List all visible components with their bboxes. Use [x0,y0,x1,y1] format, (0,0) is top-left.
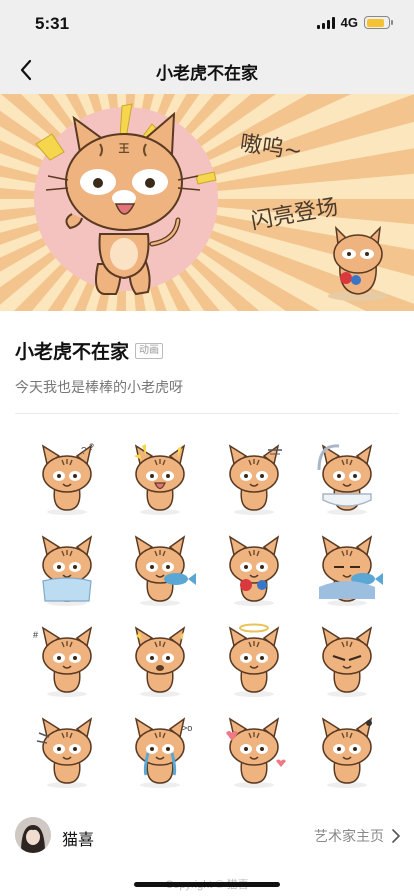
network-label: 4G [340,15,358,30]
svg-text:>o: >o [182,723,192,733]
sticker-item[interactable]: ?? [20,432,114,523]
artist-name: 猫喜 [62,832,95,849]
sticker-halo-icon [228,623,279,697]
sticker-angry-icon: # [33,625,92,697]
sticker-puzzled-icon: ?? [41,442,94,515]
sticker-item[interactable] [301,614,395,705]
chevron-right-icon [392,829,400,843]
sticker-grid: ?? # >o [20,432,394,796]
avatar [15,817,51,853]
artist-row[interactable]: 猫喜 艺术家主页 [0,808,414,862]
artist-home-label: 艺术家主页 [314,828,384,844]
sticker-shock-icon [135,625,186,697]
sticker-sleep-fish-icon [319,534,384,606]
sticker-banner: 王 嗷呜~ 闪亮登场 [0,94,414,311]
sticker-item[interactable] [301,523,395,614]
pack-title: 小老虎不在家 [15,342,130,363]
svg-text:#: # [33,630,38,640]
sticker-item[interactable] [20,523,114,614]
sticker-bath-icon [317,443,373,515]
status-bar: 5:31 4G [0,0,414,46]
artist-home-link[interactable]: 艺术家主页 [314,826,400,846]
sticker-item[interactable] [20,705,114,796]
signal-icon [316,16,335,29]
badge-char: 王 [119,142,130,155]
battery-icon [364,16,393,29]
svg-text:?: ? [89,442,94,452]
sticker-blanket-icon [41,534,92,606]
sticker-item[interactable] [114,432,208,523]
sticker-item[interactable] [207,614,301,705]
sticker-excited-icon [134,443,186,515]
animated-tag: 动画 [135,342,164,359]
svg-text:?: ? [81,446,87,457]
sticker-grumpy-icon [322,625,373,697]
home-indicator [134,882,280,887]
sticker-item[interactable]: # [20,614,114,705]
sticker-fish-icon [135,534,197,606]
divider [15,413,399,414]
status-indicators: 4G [316,15,393,30]
sticker-love-icon [225,716,286,788]
sticker-chat-icon [228,443,282,515]
sticker-item[interactable] [207,705,301,796]
sticker-item[interactable] [114,523,208,614]
pack-description: 今天我也是棒棒的小老虎呀 [15,379,183,395]
sticker-item[interactable] [114,614,208,705]
sticker-cry-icon: >o [135,716,193,788]
sticker-item[interactable]: >o [114,705,208,796]
sticker-frown-icon [322,716,373,788]
nav-bar: 小老虎不在家 [0,46,414,94]
banner-illustration: 王 嗷呜~ 闪亮登场 [0,94,414,311]
page-title: 小老虎不在家 [156,64,258,83]
sticker-item[interactable] [207,432,301,523]
sticker-sweat-icon [36,716,92,788]
sticker-item[interactable] [301,705,395,796]
sticker-item[interactable] [301,432,395,523]
status-time: 5:31 [35,14,70,33]
sticker-item[interactable] [207,523,301,614]
pack-title-row: 小老虎不在家 动画 [15,337,164,364]
sticker-flower-icon [228,534,279,606]
